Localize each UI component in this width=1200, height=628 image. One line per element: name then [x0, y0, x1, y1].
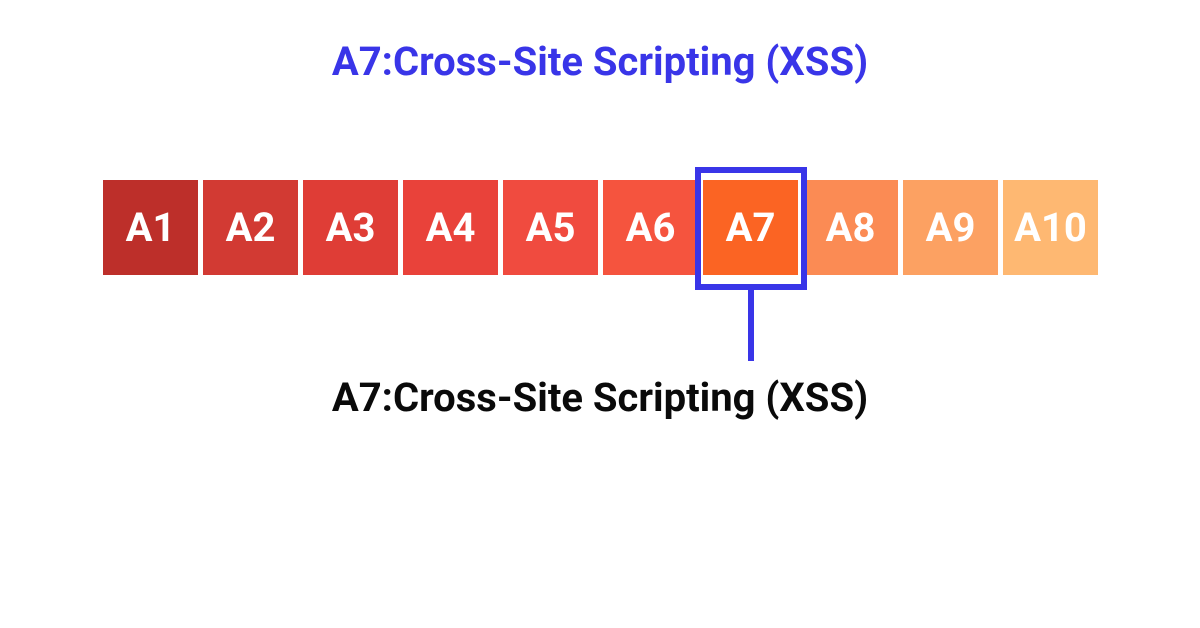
- cells-row: A1 A2 A3 A4 A5 A6 A7 A8 A9 A10: [103, 180, 1098, 275]
- cell-a10: A10: [1003, 180, 1098, 275]
- cell-a3: A3: [303, 180, 398, 275]
- cell-a5: A5: [503, 180, 598, 275]
- cell-a6: A6: [603, 180, 698, 275]
- highlight-box: [695, 167, 807, 290]
- cell-a8: A8: [803, 180, 898, 275]
- cell-a4: A4: [403, 180, 498, 275]
- diagram-title: A7:Cross-Site Scripting (XSS): [0, 38, 1200, 85]
- cell-a2: A2: [203, 180, 298, 275]
- cell-a1: A1: [103, 180, 198, 275]
- connector-line: [748, 290, 754, 361]
- cell-a9: A9: [903, 180, 998, 275]
- callout-label: A7:Cross-Site Scripting (XSS): [0, 374, 1200, 421]
